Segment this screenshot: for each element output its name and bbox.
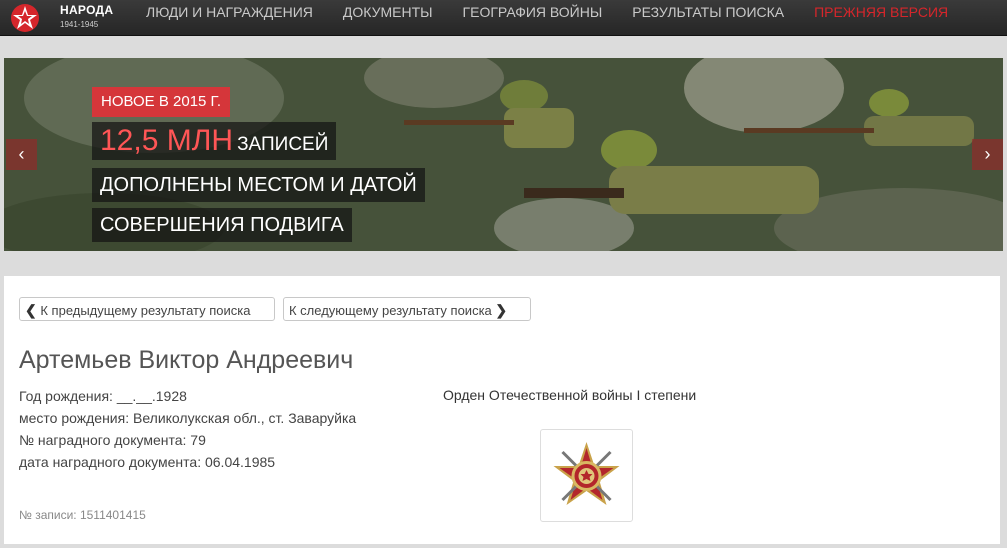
- chevron-right-icon: ›: [984, 144, 991, 164]
- site-logo[interactable]: НАРОДА 1941-1945: [6, 0, 116, 35]
- hero-headline-rest: ЗАПИСЕЙ: [237, 134, 329, 155]
- nav-item-documents[interactable]: ДОКУМЕНТЫ: [343, 0, 433, 35]
- logo-title: НАРОДА: [60, 3, 114, 17]
- next-result-label: К следующему результату поиска: [289, 303, 492, 318]
- carousel-next-button[interactable]: ›: [972, 139, 1003, 170]
- order-patriotic-war-icon: [553, 442, 620, 505]
- prev-result-button[interactable]: ❮ К предыдущему результату поиска: [19, 297, 275, 321]
- birth-place: место рождения: Великолукская обл., ст. …: [19, 410, 357, 426]
- nav-item-search-results[interactable]: РЕЗУЛЬТАТЫ ПОИСКА: [632, 0, 784, 35]
- award-doc-date: дата наградного документа: 06.04.1985: [19, 454, 276, 470]
- award-name: Орден Отечественной войны I степени: [443, 387, 697, 403]
- prev-result-label: К предыдущему результату поиска: [40, 303, 251, 318]
- carousel-prev-button[interactable]: ‹: [6, 139, 37, 170]
- hero-badge: НОВОЕ В 2015 Г.: [92, 87, 231, 117]
- nav-item-old-version[interactable]: ПРЕЖНЯЯ ВЕРСИЯ: [814, 0, 948, 35]
- nav-item-geography[interactable]: ГЕОГРАФИЯ ВОЙНЫ: [463, 0, 603, 35]
- hero-highlight: 12,5 МЛН: [100, 124, 234, 157]
- logo-years: 1941-1945: [60, 20, 99, 29]
- record-card: ❮ К предыдущему результату поиска К след…: [4, 276, 1000, 544]
- top-nav-bar: НАРОДА 1941-1945 ЛЮДИ И НАГРАЖДЕНИЯ ДОКУ…: [0, 0, 1007, 36]
- next-result-button[interactable]: К следующему результату поиска ❯: [283, 297, 531, 321]
- hero-headline: 12,5 МЛН ЗАПИСЕЙ: [92, 122, 337, 160]
- award-image[interactable]: [540, 429, 633, 522]
- main-nav: ЛЮДИ И НАГРАЖДЕНИЯ ДОКУМЕНТЫ ГЕОГРАФИЯ В…: [146, 0, 978, 35]
- hero-line-2: ДОПОЛНЕНЫ МЕСТОМ И ДАТОЙ: [92, 168, 425, 202]
- person-name: Артемьев Виктор Андреевич: [19, 346, 354, 374]
- star-logo-icon: [11, 4, 39, 32]
- hero-line-3: СОВЕРШЕНИЯ ПОДВИГА: [92, 208, 352, 242]
- award-doc-number: № наградного документа: 79: [19, 432, 206, 448]
- hero-banner[interactable]: НОВОЕ В 2015 Г. 12,5 МЛН ЗАПИСЕЙ ДОПОЛНЕН…: [4, 58, 1003, 251]
- chevron-left-icon: ‹: [18, 144, 25, 164]
- chevron-right-icon: ❯: [495, 302, 508, 318]
- birth-year: Год рождения: __.__.1928: [19, 388, 187, 404]
- nav-item-people[interactable]: ЛЮДИ И НАГРАЖДЕНИЯ: [146, 0, 313, 35]
- chevron-left-icon: ❮: [25, 302, 37, 318]
- record-number: № записи: 1511401415: [19, 508, 146, 522]
